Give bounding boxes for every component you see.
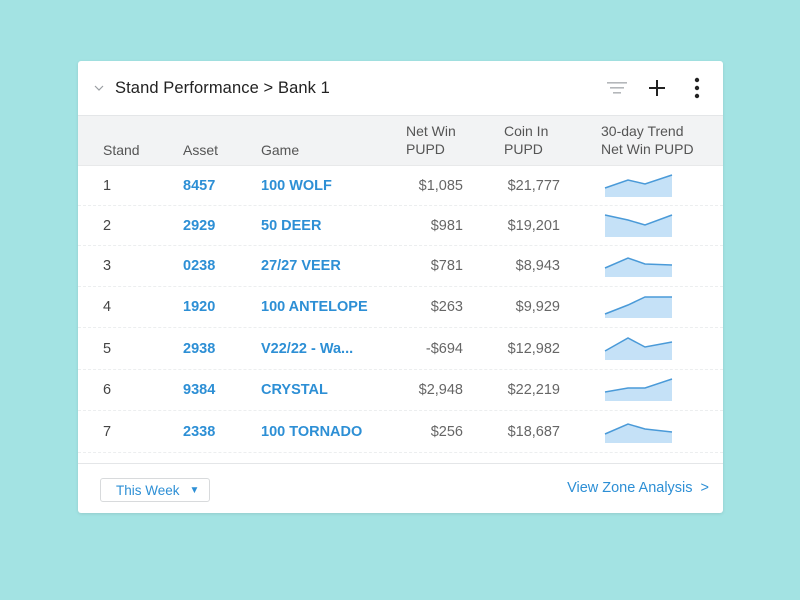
period-select-value: This Week <box>116 482 180 498</box>
net-win-cell: $256 <box>430 423 463 440</box>
game-link[interactable]: CRYSTAL <box>261 382 328 398</box>
stand-cell: 6 <box>103 382 112 398</box>
net-win-cell: $981 <box>430 217 463 234</box>
column-header-trend-line2: Net Win PUPD <box>601 141 694 157</box>
table-row[interactable]: 1 8457 100 WOLF $1,085 $21,777 <box>78 166 723 206</box>
card-header: Stand Performance > Bank 1 <box>78 61 723 116</box>
column-header-net-win-line2: PUPD <box>406 141 445 157</box>
game-link[interactable]: 100 TORNADO <box>261 424 362 440</box>
asset-link[interactable]: 1920 <box>183 299 215 315</box>
sparkline-area <box>605 258 672 277</box>
table-row[interactable]: 5 2938 V22/22 - Wa... -$694 $12,982 <box>78 328 723 370</box>
stand-cell: 2 <box>103 217 112 234</box>
chevron-down-icon[interactable] <box>92 81 106 95</box>
coin-in-cell: $18,687 <box>507 423 560 440</box>
table-row[interactable]: 7 2338 100 TORNADO $256 $18,687 <box>78 411 723 453</box>
net-win-cell: $781 <box>430 258 463 274</box>
trend-sparkline <box>604 336 673 360</box>
card-footer: This Week ▼ View Zone Analysis > <box>78 463 723 513</box>
filter-icon[interactable] <box>605 76 629 100</box>
header-actions <box>605 76 709 100</box>
sparkline-area <box>605 337 672 360</box>
net-win-cell: $1,085 <box>418 177 463 194</box>
asset-link[interactable]: 2938 <box>183 341 215 357</box>
column-header-coin-in[interactable]: Coin In PUPD <box>504 122 548 158</box>
asset-link[interactable]: 2338 <box>183 424 215 440</box>
caret-down-icon: ▼ <box>189 484 200 496</box>
table-header: Stand Asset Game Net Win PUPD Coin In PU… <box>78 116 723 166</box>
column-header-game[interactable]: Game <box>261 141 299 159</box>
net-win-cell: $263 <box>430 299 463 315</box>
table-row[interactable]: 6 9384 CRYSTAL $2,948 $22,219 <box>78 370 723 411</box>
net-win-cell: -$694 <box>425 340 463 357</box>
trend-sparkline <box>604 378 673 401</box>
game-link[interactable]: 27/27 VEER <box>261 258 341 274</box>
column-header-asset[interactable]: Asset <box>183 141 218 159</box>
table-row[interactable]: 3 0238 27/27 VEER $781 $8,943 <box>78 246 723 287</box>
coin-in-cell: $22,219 <box>507 382 560 398</box>
column-header-trend-line1: 30-day Trend <box>601 123 684 139</box>
table-row[interactable]: 4 1920 100 ANTELOPE $263 $9,929 <box>78 287 723 328</box>
stand-cell: 7 <box>103 423 112 440</box>
stand-cell: 3 <box>103 258 112 274</box>
asset-link[interactable]: 2929 <box>183 218 215 234</box>
game-link[interactable]: V22/22 - Wa... <box>261 341 353 357</box>
net-win-cell: $2,948 <box>418 382 463 398</box>
asset-link[interactable]: 9384 <box>183 382 215 398</box>
view-zone-analysis-link[interactable]: View Zone Analysis > <box>567 480 709 496</box>
trend-sparkline <box>604 257 673 277</box>
column-header-coin-in-line2: PUPD <box>504 141 543 157</box>
stand-cell: 4 <box>103 299 112 315</box>
column-header-stand[interactable]: Stand <box>103 141 140 159</box>
column-header-net-win-line1: Net Win <box>406 123 456 139</box>
card-title: Stand Performance > Bank 1 <box>115 78 330 97</box>
stand-performance-card: Stand Performance > Bank 1 Stand Asset G… <box>78 61 723 513</box>
plus-icon[interactable] <box>645 76 669 100</box>
table-body: 1 8457 100 WOLF $1,085 $21,777 2 2929 50 DEER $9… <box>78 166 723 453</box>
trend-sparkline <box>604 213 673 237</box>
asset-link[interactable]: 0238 <box>183 258 215 274</box>
game-link[interactable]: 50 DEER <box>261 218 321 234</box>
trend-sparkline <box>604 296 672 318</box>
coin-in-cell: $12,982 <box>507 340 560 357</box>
column-header-coin-in-line1: Coin In <box>504 123 549 139</box>
coin-in-cell: $19,201 <box>507 217 560 234</box>
view-zone-analysis-label: View Zone Analysis <box>567 480 693 496</box>
table-row[interactable]: 2 2929 50 DEER $981 $19,201 <box>78 206 723 246</box>
column-header-trend[interactable]: 30-day Trend Net Win PUPD <box>601 122 694 158</box>
chevron-right-icon: > <box>700 480 709 496</box>
period-select[interactable]: This Week ▼ <box>100 478 210 502</box>
more-vertical-icon[interactable] <box>685 76 709 100</box>
column-header-net-win[interactable]: Net Win PUPD <box>406 122 456 158</box>
asset-link[interactable]: 8457 <box>183 178 215 194</box>
coin-in-cell: $8,943 <box>515 258 560 274</box>
trend-sparkline <box>604 422 673 443</box>
game-link[interactable]: 100 WOLF <box>261 178 332 194</box>
stand-cell: 1 <box>103 177 112 194</box>
coin-in-cell: $9,929 <box>515 299 560 315</box>
trend-sparkline <box>604 173 673 197</box>
coin-in-cell: $21,777 <box>507 177 560 194</box>
game-link[interactable]: 100 ANTELOPE <box>261 299 368 315</box>
stand-cell: 5 <box>103 340 112 357</box>
